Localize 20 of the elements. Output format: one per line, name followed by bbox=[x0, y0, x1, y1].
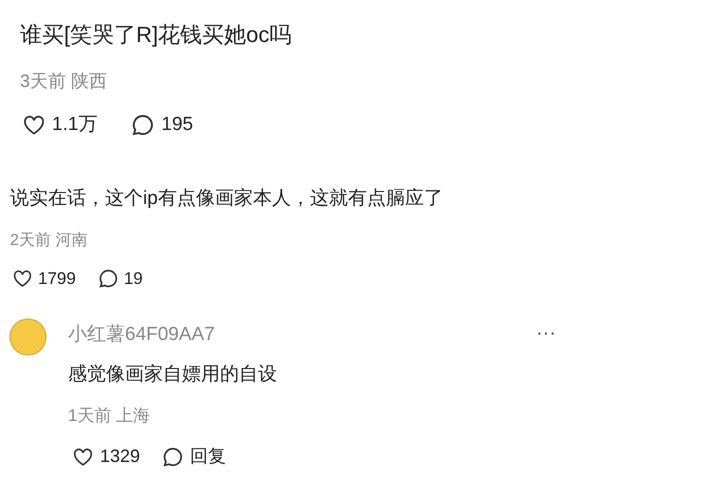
comment-icon[interactable] bbox=[98, 268, 119, 290]
comment-count: 19 bbox=[124, 268, 143, 290]
post-text: 谁买[笑哭了R]花钱买她oc吗 bbox=[20, 21, 292, 49]
like-count: 1329 bbox=[100, 445, 140, 468]
reply-text: 感觉像画家自嫖用的自设 bbox=[68, 363, 277, 387]
heart-icon[interactable] bbox=[22, 113, 46, 138]
username[interactable]: 小红薯64F09AA7 bbox=[68, 321, 215, 350]
like-count: 1799 bbox=[38, 268, 76, 290]
heart-icon[interactable] bbox=[12, 268, 33, 290]
post-meta: 3天前 陕西 bbox=[20, 70, 108, 93]
comment-icon[interactable] bbox=[131, 113, 156, 138]
heart-icon[interactable] bbox=[72, 446, 94, 468]
like-count: 1.1万 bbox=[52, 113, 98, 137]
comment-text: 说实在话，这个ip有点像画家本人，这就有点膈应了 bbox=[10, 187, 443, 211]
more-button[interactable]: ··· bbox=[536, 318, 556, 348]
comment-icon[interactable] bbox=[162, 446, 184, 468]
comment-meta: 2天前 河南 bbox=[10, 230, 88, 251]
reply-link[interactable]: 回复 bbox=[190, 443, 226, 470]
reply-meta: 1天前 上海 bbox=[68, 405, 150, 427]
comment-count: 195 bbox=[161, 113, 194, 137]
